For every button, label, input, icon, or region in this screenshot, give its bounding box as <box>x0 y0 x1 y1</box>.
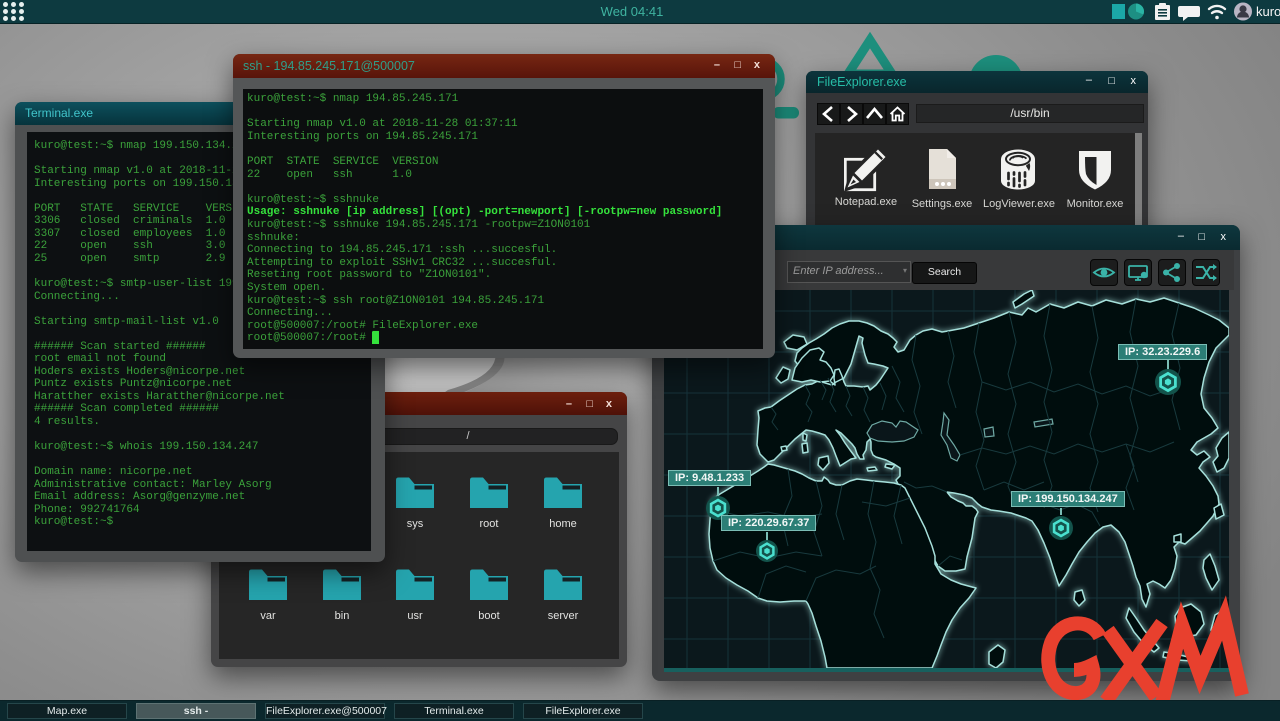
svg-text:kuro: kuro <box>1256 4 1280 19</box>
